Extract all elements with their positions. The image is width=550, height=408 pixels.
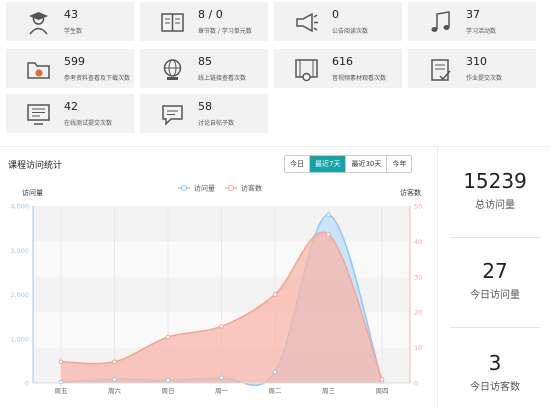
today-visits-stat: 27 今日访问量 <box>442 259 548 301</box>
visitors-point <box>379 377 385 382</box>
legend-visitors-marker <box>228 185 234 191</box>
x-tick-label: 周一 <box>215 387 229 395</box>
card-label: 章节数 / 学习单元数 <box>198 28 252 35</box>
folder-download-icon <box>27 62 50 79</box>
total-visits-stat: 15239 总访问量 <box>442 169 548 211</box>
stat-card[interactable]: 37 学习活动数 <box>408 2 536 41</box>
card-value: 0 <box>332 8 339 21</box>
stat-card[interactable]: 616 音视频素材观看次数 <box>274 49 402 88</box>
visitors-point <box>326 232 331 237</box>
stat-card[interactable]: 8 / 0 章节数 / 学习单元数 <box>140 2 268 41</box>
card-value: 85 <box>198 55 212 68</box>
y-left-tick-label: 0 <box>25 380 29 388</box>
film-icon <box>295 59 318 82</box>
x-tick-label: 周五 <box>55 387 69 395</box>
y-left-tick-label: 1,000 <box>10 335 29 343</box>
graduate-icon <box>29 12 48 35</box>
legend-visitors-label: 访客数 <box>241 184 262 193</box>
globe-icon <box>163 59 182 80</box>
x-tick-label: 周日 <box>162 387 175 395</box>
y-left-tick-label: 2,000 <box>10 291 29 299</box>
visits-point <box>112 377 117 382</box>
card-value: 616 <box>332 55 353 68</box>
card-label: 学习活动数 <box>466 28 497 35</box>
stat-card[interactable]: 85 线上链接查看次数 <box>140 49 268 88</box>
y-left-tick-label: 4,000 <box>10 203 29 211</box>
card-label: 音视频素材观看次数 <box>332 75 387 82</box>
stat-card[interactable]: 42 在线测试提交次数 <box>6 94 134 133</box>
card-value: 42 <box>64 100 78 113</box>
y-right-tick-label: 0 <box>414 380 418 388</box>
legend-visits-label: 访问量 <box>194 184 215 193</box>
today-visitors-label: 今日访客数 <box>470 382 520 393</box>
y-left-tick-label: 3,000 <box>10 247 29 255</box>
card-label: 作业提交次数 <box>466 75 503 82</box>
y-right-tick-label: 40 <box>414 238 422 246</box>
card-label: 在线测试提交次数 <box>64 120 113 127</box>
card-value: 599 <box>64 55 85 68</box>
book-icon <box>161 13 184 32</box>
card-value: 43 <box>64 8 78 21</box>
divider <box>450 327 540 328</box>
card-value: 58 <box>198 100 212 113</box>
stat-card[interactable]: 43 学生数 <box>6 2 134 41</box>
card-value: 310 <box>466 55 487 68</box>
card-label: 线上链接查看次数 <box>198 75 247 82</box>
stat-card[interactable]: 599 参考资料查看及下载次数 <box>6 49 134 88</box>
today-visitors-value: 3 <box>488 351 502 375</box>
card-label: 参考资料查看及下载次数 <box>64 75 131 82</box>
y-right-tick-label: 20 <box>414 309 422 317</box>
music-note-icon <box>431 11 450 32</box>
summary-panel: 15239 总访问量 27 今日访问量 3 今日访客数 <box>442 147 548 408</box>
total-visits-value: 15239 <box>463 169 527 193</box>
y-right-tick-label: 10 <box>414 344 422 352</box>
divider <box>450 237 540 238</box>
clipboard-check-icon <box>431 59 451 81</box>
visits-point <box>272 369 278 375</box>
stat-card[interactable]: 310 作业提交次数 <box>408 49 536 88</box>
y-right-axis-label: 访客数 <box>400 188 421 197</box>
megaphone-icon <box>296 12 318 33</box>
card-label: 学生数 <box>64 28 83 35</box>
visitors-point <box>219 324 224 329</box>
quiz-screen-icon <box>27 104 50 125</box>
visits-point <box>326 212 331 218</box>
visit-chart: 0 1,000 2,000 3,000 4,000 0 10 20 30 40 50 周五 周六 周日 周一… <box>10 184 422 396</box>
today-visits-value: 27 <box>482 259 508 283</box>
x-tick-label: 周二 <box>269 387 283 395</box>
y-left-axis-label: 访问量 <box>22 188 43 197</box>
x-tick-label: 周四 <box>376 387 389 395</box>
today-visits-label: 今日访问量 <box>470 290 520 301</box>
y-right-tick-label: 50 <box>414 203 422 211</box>
visitors-point <box>272 292 278 297</box>
total-visits-label: 总访问量 <box>475 200 515 211</box>
visitors-point <box>112 359 117 365</box>
card-value: 8 / 0 <box>198 8 223 21</box>
stat-card[interactable]: 58 讨论自帖子数 <box>140 94 268 133</box>
chat-bubble-icon <box>162 105 183 126</box>
visits-point <box>219 375 224 380</box>
visitors-point <box>58 359 64 365</box>
card-label: 讨论自帖子数 <box>198 120 235 127</box>
today-visitors-stat: 3 今日访客数 <box>442 351 548 393</box>
x-tick-label: 周三 <box>322 387 336 395</box>
x-tick-label: 周六 <box>108 386 122 395</box>
visits-point <box>165 378 171 383</box>
stat-card[interactable]: 0 公告阅读次数 <box>274 2 402 41</box>
visitors-point <box>165 334 171 340</box>
legend-visits-marker <box>181 185 187 191</box>
card-value: 37 <box>466 8 480 21</box>
y-right-tick-label: 30 <box>414 273 422 281</box>
card-label: 公告阅读次数 <box>332 28 369 35</box>
